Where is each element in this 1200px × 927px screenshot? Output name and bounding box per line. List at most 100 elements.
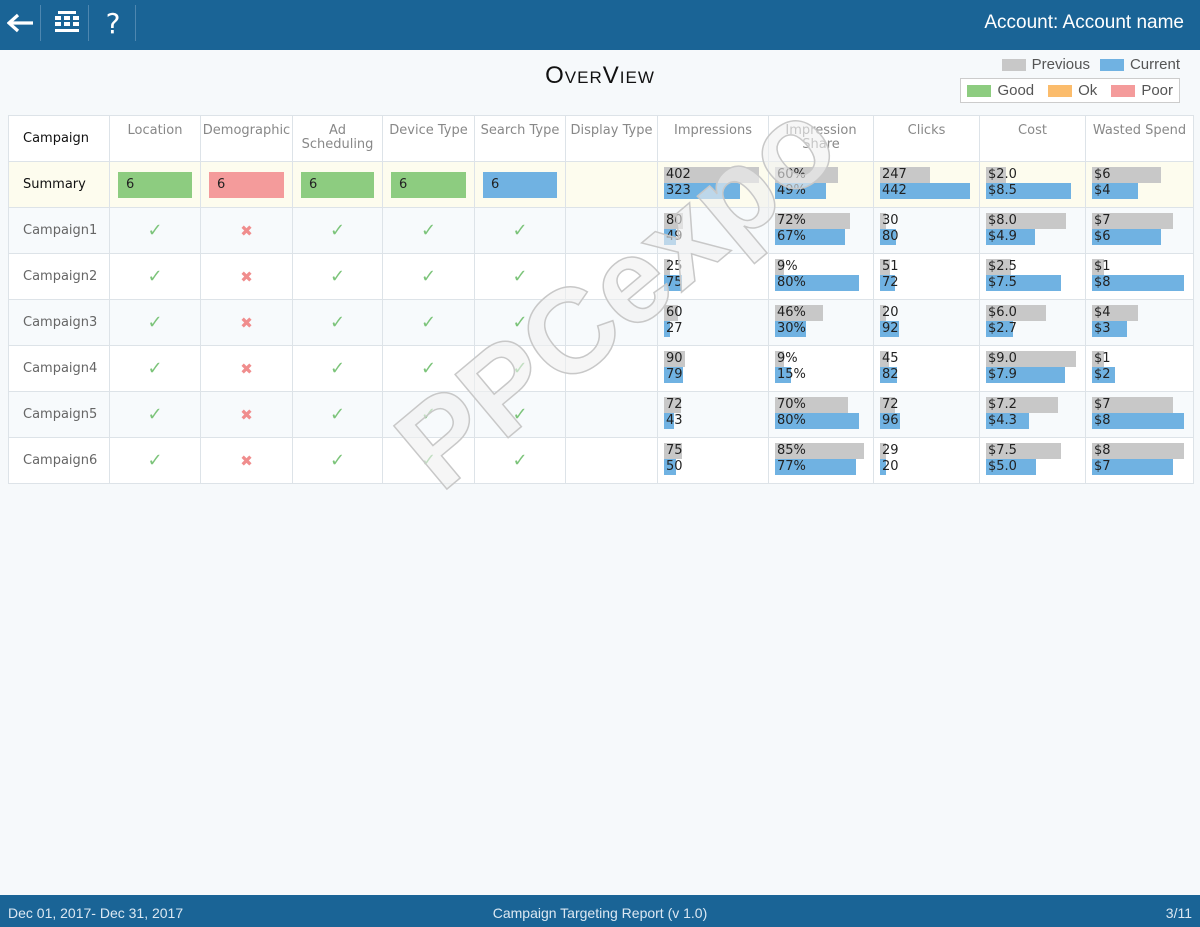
bar-value: $7	[1094, 459, 1111, 474]
campaign-name[interactable]: Campaign3	[8, 299, 110, 346]
column-header[interactable]: Cost	[979, 115, 1086, 162]
previous-bar: $2.0	[986, 167, 1017, 183]
status-chip[interactable]: 6	[391, 171, 466, 198]
previous-bar: $9.0	[986, 351, 1076, 367]
legend-label: Previous	[1031, 56, 1090, 73]
current-bar: 96	[880, 413, 900, 429]
previous-bar: $8	[1092, 443, 1184, 459]
bar-value: 51	[882, 259, 899, 274]
campaign-name[interactable]: Campaign2	[8, 253, 110, 300]
current-bar: 442	[880, 183, 970, 199]
bar-value: $8.5	[988, 183, 1017, 198]
bar-value: $8	[1094, 443, 1111, 458]
account-name: Account: Account name	[984, 12, 1184, 33]
bar-value: 29	[882, 443, 899, 458]
bar-value: 72%	[777, 213, 806, 228]
campaign-name[interactable]: Campaign1	[8, 207, 110, 254]
column-header[interactable]: Wasted Spend	[1085, 115, 1194, 162]
campaign-row[interactable]: Campaign5 ✓ ✖ ✓ ✓ ✓ 72 43 70% 80% 72 96 $7.2 $4.3 $7 $8	[8, 391, 1194, 438]
bar-value: $8.0	[988, 213, 1017, 228]
campaign-name[interactable]: Campaign4	[8, 345, 110, 392]
current-bar: 43	[664, 413, 683, 429]
column-header[interactable]: Impression Share	[768, 115, 874, 162]
metric-cell: 72 96	[873, 391, 980, 438]
metric-cell: 20 92	[873, 299, 980, 346]
metric-cell: 90 79	[657, 345, 769, 392]
column-header[interactable]: Clicks	[873, 115, 980, 162]
previous-bar: $7.5	[986, 443, 1061, 459]
campaign-row[interactable]: Campaign3 ✓ ✖ ✓ ✓ ✓ 60 27 46% 30% 20 92 $6.0 $2.7 $4 $3	[8, 299, 1194, 346]
column-header[interactable]: Location	[109, 115, 201, 162]
summary-cell: 6	[292, 161, 383, 208]
campaign-name[interactable]: Campaign6	[8, 437, 110, 484]
column-header[interactable]: Campaign	[8, 115, 110, 162]
check-icon: ✓	[147, 358, 163, 379]
previous-bar: 72	[880, 397, 899, 413]
grid-button[interactable]	[50, 4, 84, 42]
target-cell: ✖	[200, 437, 293, 484]
campaign-row[interactable]: Campaign6 ✓ ✖ ✓ ✓ ✓ 75 50 85% 77% 29 20 $7.5 $5.0 $8 $7	[8, 437, 1194, 484]
bar-value: 67%	[777, 229, 806, 244]
back-button[interactable]	[4, 4, 38, 42]
check-icon: ✓	[420, 220, 437, 241]
column-header[interactable]: Device Type	[382, 115, 475, 162]
bar-value: 80	[882, 229, 899, 244]
column-header[interactable]: Search Type	[474, 115, 566, 162]
divider	[40, 5, 41, 41]
current-bar: 80%	[775, 413, 859, 429]
bar-value: $2.0	[988, 167, 1017, 182]
target-cell: ✓	[292, 207, 383, 254]
column-header[interactable]: Display Type	[565, 115, 658, 162]
current-bar: 20	[880, 459, 899, 475]
campaign-row[interactable]: Campaign1 ✓ ✖ ✓ ✓ ✓ 80 49 72% 67% 30 80 $8.0 $4.9 $7 $6	[8, 207, 1194, 254]
current-bar: 67%	[775, 229, 846, 245]
legend-good: Good	[967, 82, 1034, 99]
column-header[interactable]: Ad Scheduling	[292, 115, 383, 162]
summary-row: Summary 6 6 6 6 6 402 323 60% 49% 247 442 $2.0 $8.5 $6…	[8, 161, 1194, 208]
divider	[88, 5, 89, 41]
bar-value: $4.3	[988, 413, 1017, 428]
campaign-row[interactable]: Campaign4 ✓ ✖ ✓ ✓ ✓ 90 79 9% 15% 45 82 $9.0 $7.9 $1 $2	[8, 345, 1194, 392]
report-name: Campaign Targeting Report (v 1.0)	[492, 905, 708, 921]
status-chip[interactable]: 6	[301, 171, 374, 198]
current-bar: 49	[664, 229, 683, 245]
legend-ok: Ok	[1048, 82, 1097, 99]
campaign-name[interactable]: Campaign5	[8, 391, 110, 438]
bar-value: 442	[882, 183, 907, 198]
check-icon: ✓	[147, 450, 163, 471]
column-header[interactable]: Impressions	[657, 115, 769, 162]
check-icon: ✓	[512, 312, 528, 333]
swatch	[967, 84, 992, 97]
current-bar: 92	[880, 321, 899, 337]
bar-value: $8	[1094, 275, 1111, 290]
previous-bar: 60%	[775, 167, 838, 183]
target-cell: ✓	[109, 345, 201, 392]
column-header[interactable]: Demographic	[200, 115, 293, 162]
previous-bar: 29	[880, 443, 899, 459]
metric-cell: $9.0 $7.9	[979, 345, 1086, 392]
bar-value: 323	[666, 183, 691, 198]
check-icon: ✓	[420, 266, 437, 287]
check-icon: ✓	[329, 312, 346, 333]
check-icon: ✓	[329, 404, 346, 425]
metric-cell: 80 49	[657, 207, 769, 254]
campaign-row[interactable]: Campaign2 ✓ ✖ ✓ ✓ ✓ 25 75 9% 80% 51 72 $2.5 $7.5 $1 $8	[8, 253, 1194, 300]
current-bar: $2	[1092, 367, 1115, 383]
bar-value: $6.0	[988, 305, 1017, 320]
current-bar: $8	[1092, 275, 1184, 291]
metric-cell: 72% 67%	[768, 207, 874, 254]
status-chip[interactable]: 6	[483, 171, 557, 198]
check-icon: ✓	[147, 220, 163, 241]
metric-cell: $7.5 $5.0	[979, 437, 1086, 484]
previous-bar: 9%	[775, 351, 798, 367]
target-cell: ✓	[109, 391, 201, 438]
target-cell: ✓	[382, 207, 475, 254]
check-icon: ✓	[420, 450, 437, 471]
target-cell: ✓	[109, 207, 201, 254]
status-chip[interactable]: 6	[118, 171, 192, 198]
metric-cell: $2.5 $7.5	[979, 253, 1086, 300]
status-chip[interactable]: 6	[209, 171, 284, 198]
bar-value: 25	[666, 259, 683, 274]
help-button[interactable]: ?	[96, 4, 130, 42]
metric-cell: $7 $8	[1085, 391, 1194, 438]
